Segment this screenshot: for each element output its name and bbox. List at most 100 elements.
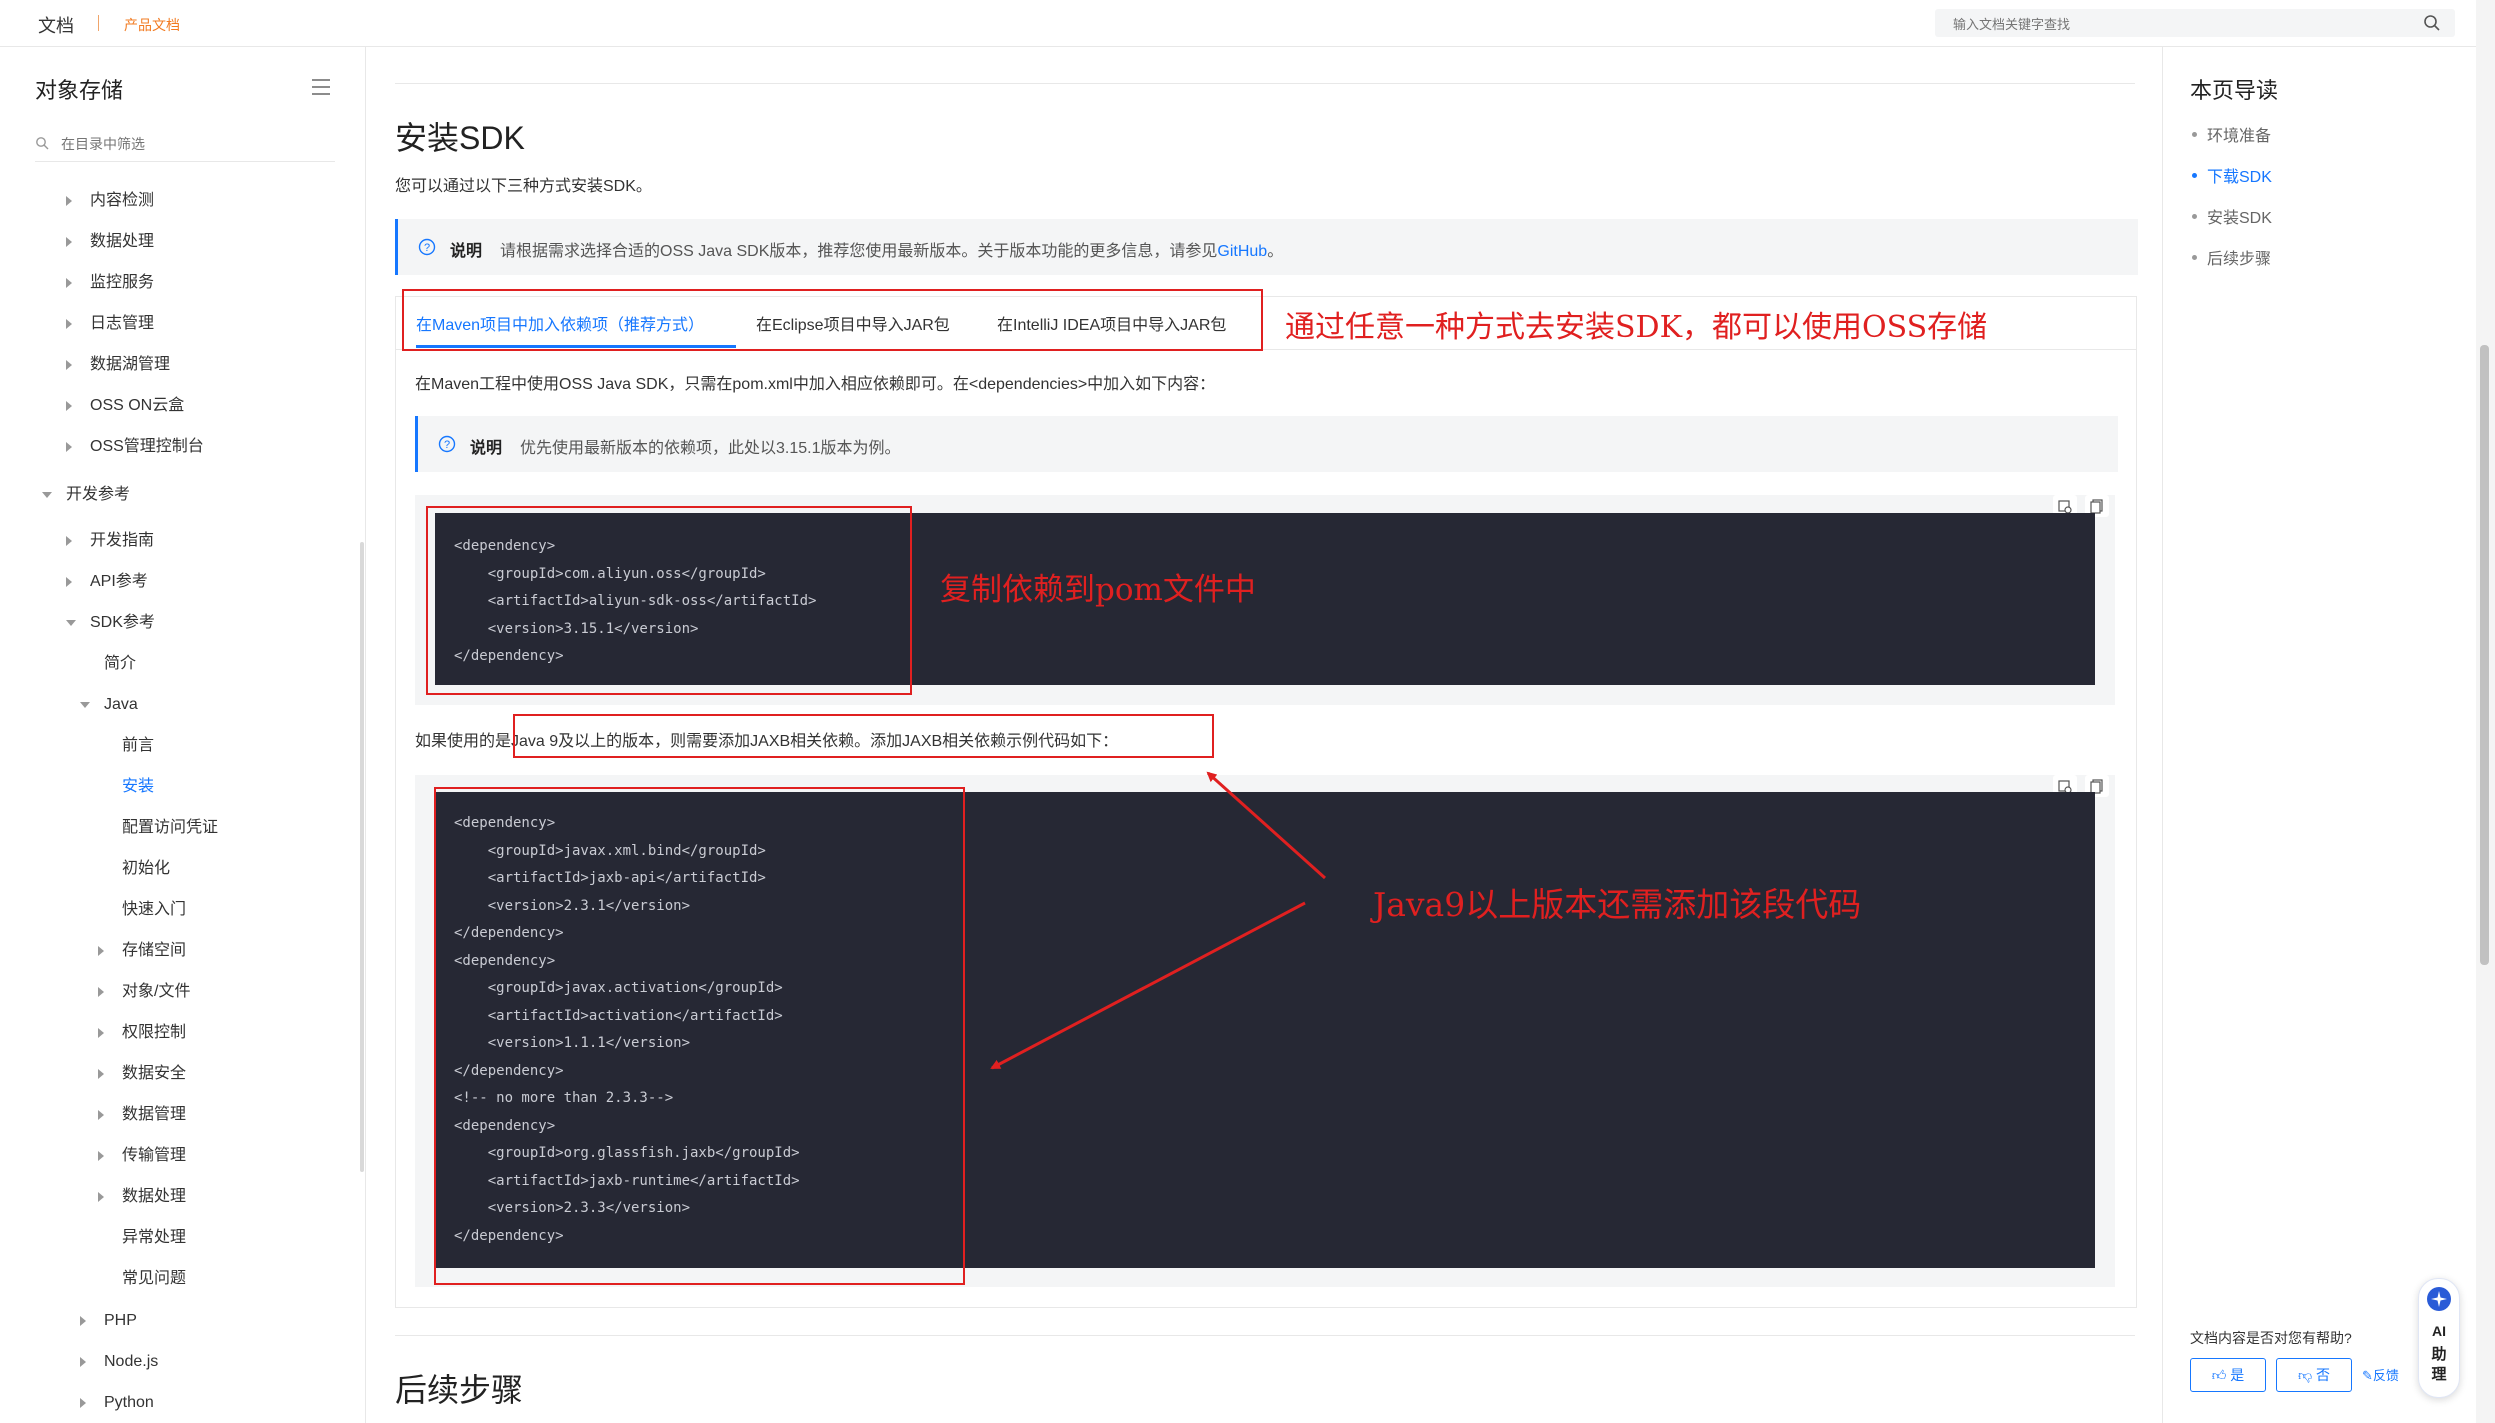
sidebar-item[interactable]: 安装: [0, 770, 360, 804]
chevron-right-icon[interactable]: [98, 1110, 104, 1120]
chevron-right-icon[interactable]: [98, 1192, 104, 1202]
chevron-right-icon[interactable]: [66, 442, 72, 452]
sidebar-item-label: API参考: [90, 573, 148, 590]
feedback-no-button[interactable]: 👎︎ 否: [2276, 1358, 2352, 1392]
bullet-icon: [2192, 214, 2197, 220]
chevron-right-icon[interactable]: [66, 278, 72, 288]
toc-label: 下载SDK: [2207, 169, 2272, 186]
sidebar-item-label: 存储空间: [122, 942, 187, 959]
chevron-right-icon[interactable]: [98, 1028, 104, 1038]
sidebar-filter[interactable]: [35, 127, 335, 162]
sidebar-item[interactable]: 简介: [0, 647, 360, 681]
note-body: 请根据需求选择合适的OSS Java SDK版本，推荐您使用最新版本。关于版本功…: [500, 243, 1218, 260]
sidebar-item-label: 配置访问凭证: [122, 819, 219, 836]
sidebar-item[interactable]: SDK参考: [0, 606, 360, 640]
sidebar-item[interactable]: 前言: [0, 729, 360, 763]
svg-text:?: ?: [444, 439, 450, 451]
chevron-right-icon[interactable]: [66, 196, 72, 206]
toc-label: 安装SDK: [2207, 210, 2272, 227]
sidebar-filter-input[interactable]: [59, 131, 323, 157]
sidebar-item-label: 常见问题: [122, 1270, 187, 1287]
sidebar-item[interactable]: 数据处理: [0, 1180, 360, 1214]
chevron-right-icon[interactable]: [80, 1357, 86, 1367]
chevron-right-icon[interactable]: [98, 946, 104, 956]
edit-icon: ✎: [2362, 1368, 2373, 1383]
sidebar-item[interactable]: 数据管理: [0, 1098, 360, 1132]
note-callout: ? 说明 请根据需求选择合适的OSS Java SDK版本，推荐您使用最新版本。…: [395, 219, 2138, 275]
sidebar-item-label: 数据安全: [122, 1065, 187, 1082]
chevron-right-icon[interactable]: [66, 360, 72, 370]
ai-logo-icon: [2427, 1287, 2451, 1311]
sidebar-item-label: SDK参考: [90, 614, 155, 631]
toc-item-env[interactable]: 环境准备: [2192, 122, 2271, 146]
sidebar-item[interactable]: API参考: [0, 565, 360, 599]
sidebar-item[interactable]: 权限控制: [0, 1016, 360, 1050]
doc-search-box[interactable]: [1935, 9, 2455, 39]
bullet-icon: [2192, 132, 2197, 138]
sidebar-item[interactable]: OSS管理控制台: [0, 430, 360, 464]
feedback-yes-button[interactable]: 👍︎ 是: [2190, 1358, 2266, 1392]
sidebar-item[interactable]: 异常处理: [0, 1221, 360, 1255]
chevron-right-icon[interactable]: [98, 1069, 104, 1079]
ai-label: 助: [2431, 1346, 2447, 1363]
sidebar-item-label: PHP: [104, 1312, 137, 1329]
sidebar-scrollbar[interactable]: [360, 542, 364, 1172]
sidebar-item[interactable]: 传输管理: [0, 1139, 360, 1173]
sidebar-item-label: 数据湖管理: [90, 356, 171, 373]
chevron-right-icon[interactable]: [66, 319, 72, 329]
sidebar-item-label: OSS ON云盒: [90, 397, 185, 414]
docs-brand-link[interactable]: 文档: [38, 12, 74, 38]
sidebar-item[interactable]: 存储空间: [0, 934, 360, 968]
annotation-box-java9-text: [513, 714, 1214, 758]
annotation-copy-note: 复制依赖到pom文件中: [940, 572, 1256, 608]
chevron-right-icon[interactable]: [80, 1398, 86, 1408]
sidebar-item[interactable]: 快速入门: [0, 893, 360, 927]
chevron-right-icon[interactable]: [66, 536, 72, 546]
chevron-right-icon[interactable]: [98, 1151, 104, 1161]
search-icon[interactable]: [2423, 14, 2441, 32]
menu-collapse-icon[interactable]: [310, 77, 332, 97]
toc-item-install[interactable]: 安装SDK: [2192, 204, 2272, 228]
sidebar-item[interactable]: 开发参考: [0, 478, 360, 512]
toc-item-next[interactable]: 后续步骤: [2192, 245, 2271, 269]
chevron-down-icon[interactable]: [80, 702, 90, 708]
sidebar-item[interactable]: Java: [0, 688, 360, 722]
sidebar-item[interactable]: 对象/文件: [0, 975, 360, 1009]
section-heading-next-steps: 后续步骤: [395, 1372, 524, 1408]
sidebar-item[interactable]: PHP: [0, 1304, 360, 1338]
chevron-right-icon[interactable]: [66, 401, 72, 411]
sidebar-item-label: 快速入门: [122, 901, 187, 918]
doc-search-input[interactable]: [1951, 9, 2405, 39]
ai-assistant-button[interactable]: AI 助 理: [2418, 1278, 2460, 1398]
sidebar-item[interactable]: Python: [0, 1386, 360, 1420]
feedback-report-link[interactable]: ✎反馈: [2362, 1365, 2399, 1384]
note-text: 请根据需求选择合适的OSS Java SDK版本，推荐您使用最新版本。关于版本功…: [500, 237, 1283, 261]
sidebar-item-label: OSS管理控制台: [90, 438, 204, 455]
sidebar-item[interactable]: OSS ON云盒: [0, 389, 360, 423]
github-link[interactable]: GitHub: [1217, 243, 1267, 260]
sidebar-item[interactable]: 常见问题: [0, 1262, 360, 1296]
sidebar-item[interactable]: 数据安全: [0, 1057, 360, 1091]
chevron-right-icon[interactable]: [98, 987, 104, 997]
sidebar-item-label: 权限控制: [122, 1024, 187, 1041]
chevron-down-icon[interactable]: [42, 492, 52, 498]
product-docs-link[interactable]: 产品文档: [124, 15, 180, 35]
chevron-right-icon[interactable]: [80, 1316, 86, 1326]
chevron-right-icon[interactable]: [66, 237, 72, 247]
toc-item-download[interactable]: 下载SDK: [2192, 163, 2272, 187]
sidebar-item[interactable]: 内容检测: [0, 184, 360, 218]
sidebar-item[interactable]: 初始化: [0, 852, 360, 886]
sidebar-item[interactable]: 监控服务: [0, 266, 360, 300]
toc-label: 环境准备: [2207, 128, 2272, 145]
sidebar-item[interactable]: 数据湖管理: [0, 348, 360, 382]
sidebar-item[interactable]: 配置访问凭证: [0, 811, 360, 845]
chevron-down-icon[interactable]: [66, 620, 76, 626]
sidebar-item[interactable]: 日志管理: [0, 307, 360, 341]
sidebar-item[interactable]: 数据处理: [0, 225, 360, 259]
sidebar-item[interactable]: 开发指南: [0, 524, 360, 558]
page-scrollbar-thumb[interactable]: [2480, 345, 2489, 965]
chevron-right-icon[interactable]: [66, 577, 72, 587]
sidebar-item-label: 数据处理: [90, 233, 155, 250]
sidebar-item[interactable]: Node.js: [0, 1345, 360, 1379]
top-bar: 文档 产品文档: [0, 0, 2495, 47]
